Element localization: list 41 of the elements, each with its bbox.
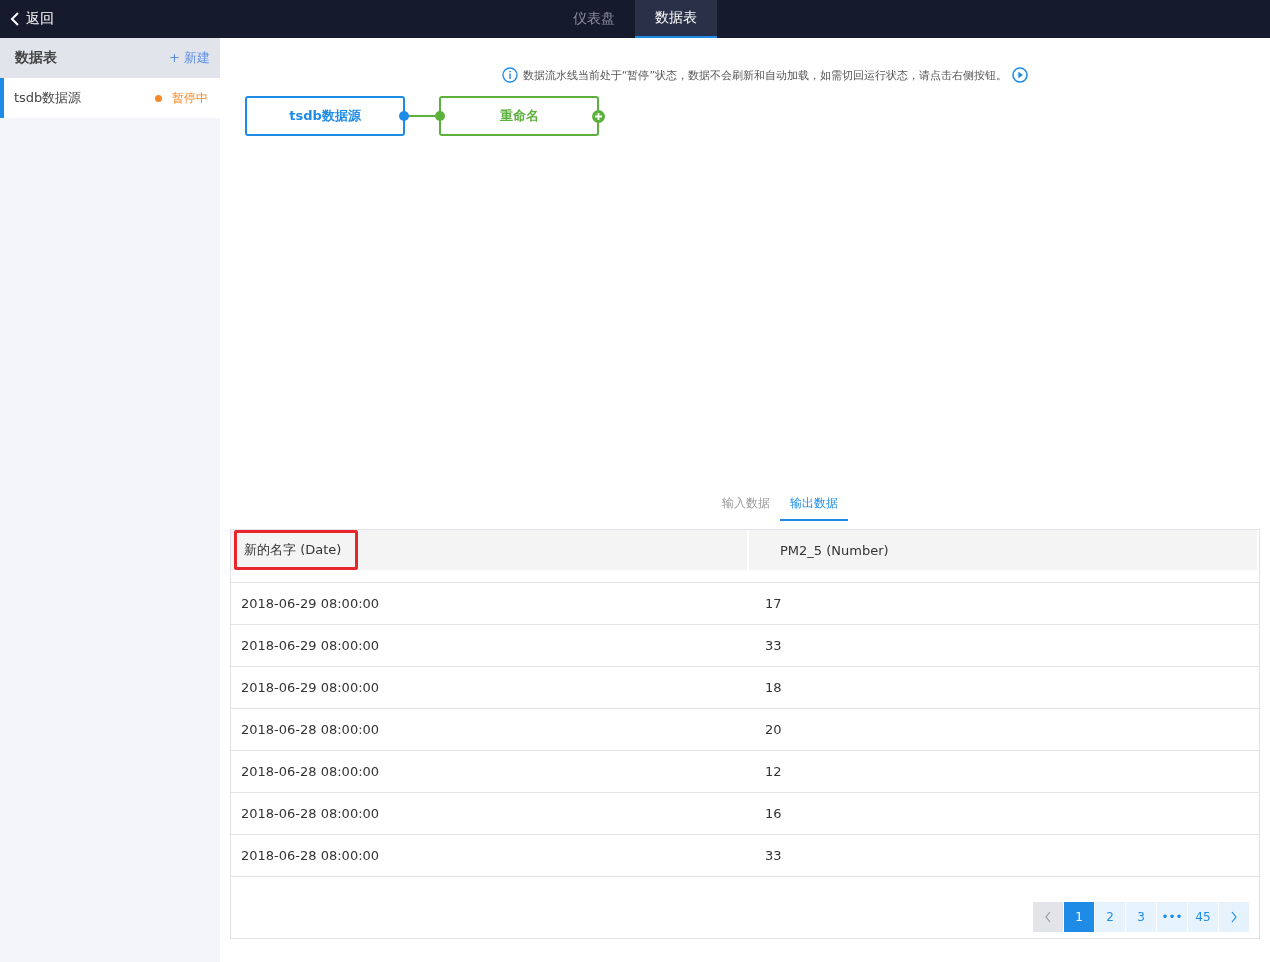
notice-text: 数据流水线当前处于“暂停”状态，数据不会刷新和自动加载，如需切回运行状态，请点击右侧按钮。 <box>522 67 1008 83</box>
data-tab[interactable]: 输入数据 <box>712 487 780 521</box>
page-button[interactable]: 45 <box>1188 902 1218 932</box>
table-cell-text: 2018-06-29 08:00:00 <box>240 595 381 613</box>
port-dot <box>435 111 445 121</box>
table-cell-text: 20 <box>764 721 783 739</box>
chevron-right-icon <box>1230 911 1238 923</box>
column-header: 新的名字 (Date) <box>234 530 359 570</box>
table-cell-text: 33 <box>764 637 783 655</box>
table-cell-text: 18 <box>764 679 783 697</box>
port-dot <box>399 111 409 121</box>
column-header: PM2_5 (Number) <box>779 541 890 560</box>
table-cell-text: 2018-06-29 08:00:00 <box>240 637 381 655</box>
table-cell-text: 2018-06-28 08:00:00 <box>240 805 381 823</box>
nav-tab[interactable]: 仪表盘 <box>553 0 635 38</box>
sidebar-item[interactable]: tsdb数据源 暂停中 <box>0 78 220 118</box>
page-button[interactable]: 1 <box>1064 902 1094 932</box>
pipeline-node[interactable]: 重命名 <box>439 96 599 136</box>
data-tab[interactable]: 输出数据 <box>780 487 848 521</box>
table-cell-text: 16 <box>764 805 783 823</box>
chevron-left-icon <box>10 12 20 26</box>
table-cell-text: 2018-06-28 08:00:00 <box>240 847 381 865</box>
status-label: 暂停中 <box>172 89 208 107</box>
new-button[interactable]: + 新建 <box>168 49 210 67</box>
page-button[interactable]: 2 <box>1095 902 1125 932</box>
pipeline-node[interactable]: tsdb数据源 <box>245 96 405 136</box>
page-button[interactable]: ••• <box>1157 902 1187 932</box>
table-cell-text: 33 <box>764 847 783 865</box>
sidebar-title: 数据表 <box>15 49 57 67</box>
back-button[interactable]: 返回 <box>0 10 64 28</box>
table-cell-text: 17 <box>764 595 783 613</box>
nav-tab[interactable]: 数据表 <box>635 0 717 38</box>
table-cell-text: 2018-06-29 08:00:00 <box>240 679 381 697</box>
table-cell-text: 12 <box>764 763 783 781</box>
table-cell-text: 2018-06-28 08:00:00 <box>240 763 381 781</box>
play-icon[interactable] <box>1012 67 1029 83</box>
page-button[interactable]: 3 <box>1126 902 1156 932</box>
item-label: tsdb数据源 <box>14 89 83 107</box>
chevron-left-icon <box>1044 911 1052 923</box>
info-icon <box>501 67 518 83</box>
table-cell-text: 2018-06-28 08:00:00 <box>240 721 381 739</box>
